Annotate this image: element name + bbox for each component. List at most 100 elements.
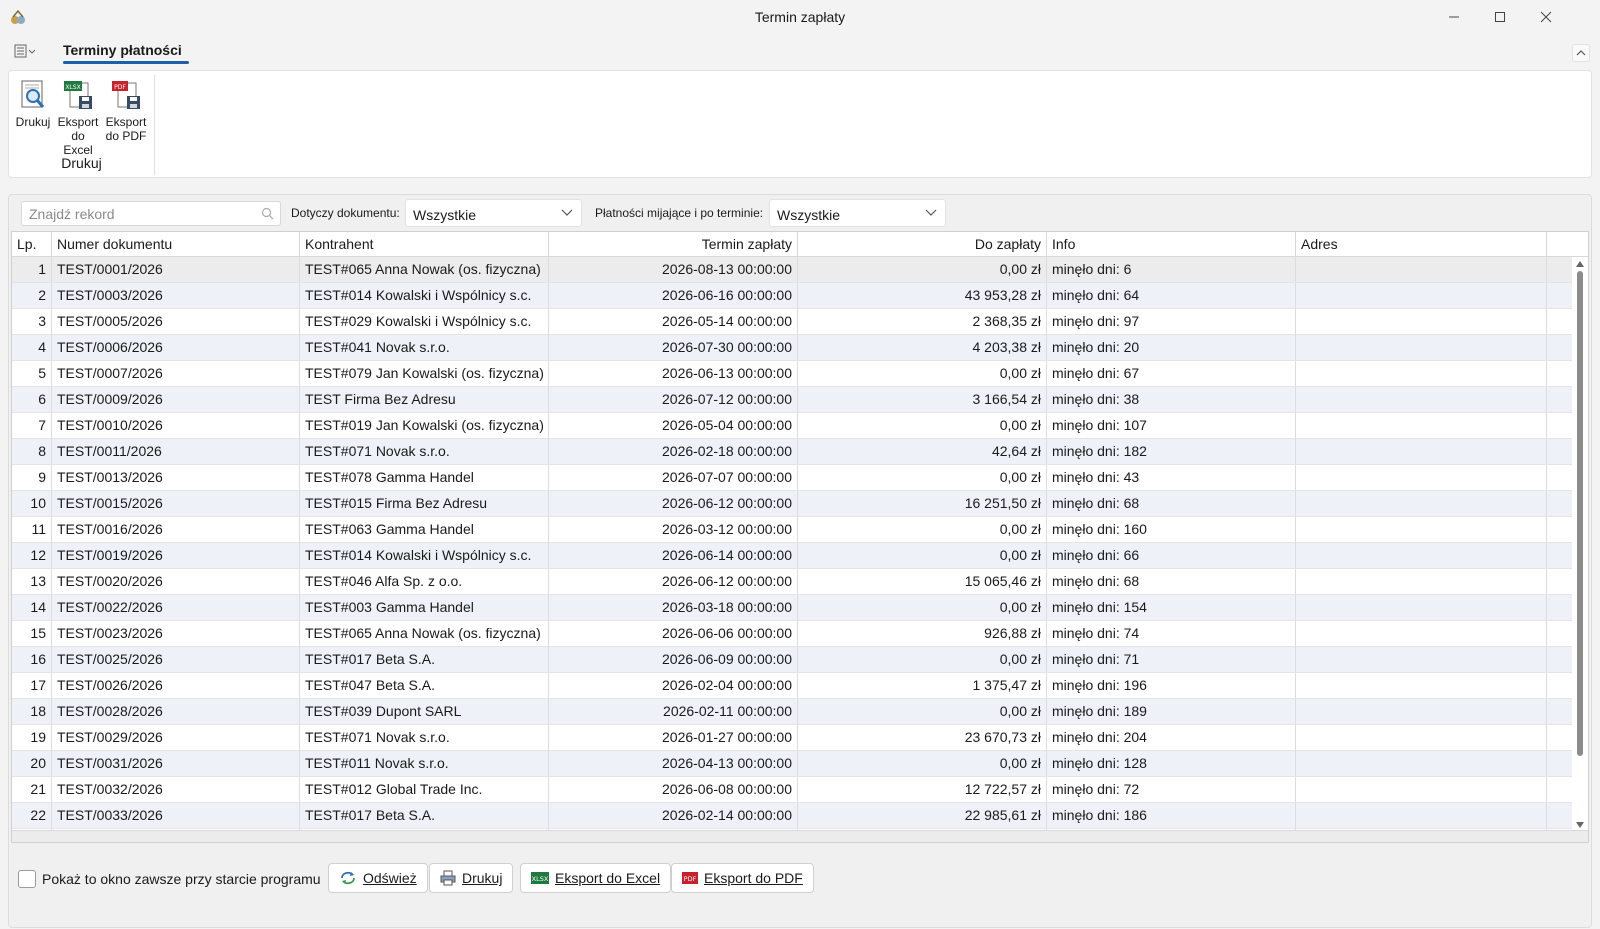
- row-kontrahent-cell[interactable]: TEST#071 Novak s.r.o.: [300, 725, 549, 750]
- row-info-cell[interactable]: minęło dni: 68: [1047, 569, 1296, 594]
- search-input[interactable]: [22, 202, 252, 225]
- row-do-zaplaty-cell[interactable]: 0,00 zł: [798, 413, 1047, 438]
- document-filter-select[interactable]: Wszystkie: [405, 199, 582, 227]
- row-lp-cell[interactable]: 16: [12, 647, 52, 672]
- row-adres-cell[interactable]: [1296, 647, 1547, 672]
- row-termin-zaplaty-cell[interactable]: 2026-06-08 00:00:00: [549, 777, 798, 802]
- ribbon-print-button[interactable]: Drukuj: [10, 79, 56, 129]
- row-kontrahent-cell[interactable]: TEST#003 Gamma Handel: [300, 595, 549, 620]
- row-numer-dokumentu-cell[interactable]: TEST/0020/2026: [52, 569, 300, 594]
- row-kontrahent-cell[interactable]: TEST#017 Beta S.A.: [300, 647, 549, 672]
- row-do-zaplaty-cell[interactable]: 0,00 zł: [798, 647, 1047, 672]
- scrollbar-thumb[interactable]: [1577, 271, 1583, 756]
- row-adres-cell[interactable]: [1296, 309, 1547, 334]
- row-kontrahent-cell[interactable]: TEST#014 Kowalski i Wspólnicy s.c.: [300, 543, 549, 568]
- row-termin-zaplaty-cell[interactable]: 2026-07-12 00:00:00: [549, 387, 798, 412]
- row-adres-cell[interactable]: [1296, 413, 1547, 438]
- table-row[interactable]: 15 TEST/0023/2026 TEST#065 Anna Nowak (os.…: [12, 621, 1574, 647]
- row-kontrahent-cell[interactable]: TEST#029 Kowalski i Wspólnicy s.c.: [300, 309, 549, 334]
- row-lp-cell[interactable]: 20: [12, 751, 52, 776]
- row-do-zaplaty-cell[interactable]: 0,00 zł: [798, 595, 1047, 620]
- row-adres-cell[interactable]: [1296, 673, 1547, 698]
- row-info-cell[interactable]: minęło dni: 182: [1047, 439, 1296, 464]
- row-lp-cell[interactable]: 19: [12, 725, 52, 750]
- row-info-cell[interactable]: minęło dni: 66: [1047, 543, 1296, 568]
- row-numer-dokumentu-cell[interactable]: TEST/0009/2026: [52, 387, 300, 412]
- row-info-cell[interactable]: minęło dni: 196: [1047, 673, 1296, 698]
- row-numer-dokumentu-cell[interactable]: TEST/0006/2026: [52, 335, 300, 360]
- row-adres-cell[interactable]: [1296, 491, 1547, 516]
- row-lp-cell[interactable]: 4: [12, 335, 52, 360]
- close-button[interactable]: [1523, 0, 1569, 34]
- row-info-cell[interactable]: minęło dni: 128: [1047, 751, 1296, 776]
- row-adres-cell[interactable]: [1296, 517, 1547, 542]
- row-do-zaplaty-cell[interactable]: 4 203,38 zł: [798, 335, 1047, 360]
- row-do-zaplaty-cell[interactable]: 0,00 zł: [798, 543, 1047, 568]
- table-row[interactable]: 3 TEST/0005/2026 TEST#029 Kowalski i Wspól…: [12, 309, 1574, 335]
- table-row[interactable]: 16 TEST/0025/2026 TEST#017 Beta S.A. 2026-0…: [12, 647, 1574, 673]
- row-info-cell[interactable]: minęło dni: 189: [1047, 699, 1296, 724]
- row-info-cell[interactable]: minęło dni: 6: [1047, 257, 1296, 282]
- row-termin-zaplaty-cell[interactable]: 2026-03-18 00:00:00: [549, 595, 798, 620]
- row-numer-dokumentu-cell[interactable]: TEST/0001/2026: [52, 257, 300, 282]
- row-termin-zaplaty-cell[interactable]: 2026-06-14 00:00:00: [549, 543, 798, 568]
- row-termin-zaplaty-cell[interactable]: 2026-02-14 00:00:00: [549, 803, 798, 828]
- table-row[interactable]: 14 TEST/0022/2026 TEST#003 Gamma Handel 202…: [12, 595, 1574, 621]
- row-info-cell[interactable]: minęło dni: 204: [1047, 725, 1296, 750]
- column-header-info[interactable]: Info: [1047, 232, 1296, 257]
- row-termin-zaplaty-cell[interactable]: 2026-01-27 00:00:00: [549, 725, 798, 750]
- row-termin-zaplaty-cell[interactable]: 2026-06-09 00:00:00: [549, 647, 798, 672]
- row-adres-cell[interactable]: [1296, 569, 1547, 594]
- row-kontrahent-cell[interactable]: TEST#078 Gamma Handel: [300, 465, 549, 490]
- row-termin-zaplaty-cell[interactable]: 2026-02-04 00:00:00: [549, 673, 798, 698]
- export-excel-button[interactable]: XLSX Eksport do Excel: [520, 863, 672, 893]
- table-row[interactable]: 5 TEST/0007/2026 TEST#079 Jan Kowalski (os…: [12, 361, 1574, 387]
- row-do-zaplaty-cell[interactable]: 926,88 zł: [798, 621, 1047, 646]
- row-kontrahent-cell[interactable]: TEST#011 Novak s.r.o.: [300, 751, 549, 776]
- column-header-adres[interactable]: Adres: [1296, 232, 1547, 257]
- row-do-zaplaty-cell[interactable]: 2 368,35 zł: [798, 309, 1047, 334]
- row-kontrahent-cell[interactable]: TEST#014 Kowalski i Wspólnicy s.c.: [300, 283, 549, 308]
- row-info-cell[interactable]: minęło dni: 64: [1047, 283, 1296, 308]
- row-info-cell[interactable]: minęło dni: 71: [1047, 647, 1296, 672]
- row-adres-cell[interactable]: [1296, 361, 1547, 386]
- table-row[interactable]: 19 TEST/0029/2026 TEST#071 Novak s.r.o. 202…: [12, 725, 1574, 751]
- row-do-zaplaty-cell[interactable]: 0,00 zł: [798, 361, 1047, 386]
- row-info-cell[interactable]: minęło dni: 43: [1047, 465, 1296, 490]
- row-numer-dokumentu-cell[interactable]: TEST/0029/2026: [52, 725, 300, 750]
- table-row[interactable]: 18 TEST/0028/2026 TEST#039 Dupont SARL 2026…: [12, 699, 1574, 725]
- row-kontrahent-cell[interactable]: TEST#019 Jan Kowalski (os. fizyczna): [300, 413, 549, 438]
- row-info-cell[interactable]: minęło dni: 160: [1047, 517, 1296, 542]
- row-do-zaplaty-cell[interactable]: 16 251,50 zł: [798, 491, 1047, 516]
- table-row[interactable]: 13 TEST/0020/2026 TEST#046 Alfa Sp. z o.o.…: [12, 569, 1574, 595]
- row-kontrahent-cell[interactable]: TEST#015 Firma Bez Adresu: [300, 491, 549, 516]
- row-numer-dokumentu-cell[interactable]: TEST/0010/2026: [52, 413, 300, 438]
- row-lp-cell[interactable]: 12: [12, 543, 52, 568]
- row-numer-dokumentu-cell[interactable]: TEST/0007/2026: [52, 361, 300, 386]
- row-do-zaplaty-cell[interactable]: 23 670,73 zł: [798, 725, 1047, 750]
- row-lp-cell[interactable]: 1: [12, 257, 52, 282]
- row-lp-cell[interactable]: 7: [12, 413, 52, 438]
- row-numer-dokumentu-cell[interactable]: TEST/0033/2026: [52, 803, 300, 828]
- minimize-button[interactable]: [1431, 0, 1477, 34]
- row-do-zaplaty-cell[interactable]: 12 722,57 zł: [798, 777, 1047, 802]
- row-termin-zaplaty-cell[interactable]: 2026-06-16 00:00:00: [549, 283, 798, 308]
- ribbon-export-pdf-button[interactable]: PDF Eksport do PDF: [103, 79, 149, 143]
- row-adres-cell[interactable]: [1296, 777, 1547, 802]
- row-numer-dokumentu-cell[interactable]: TEST/0011/2026: [52, 439, 300, 464]
- table-row[interactable]: 17 TEST/0026/2026 TEST#047 Beta S.A. 2026-0…: [12, 673, 1574, 699]
- row-termin-zaplaty-cell[interactable]: 2026-05-04 00:00:00: [549, 413, 798, 438]
- table-row[interactable]: 11 TEST/0016/2026 TEST#063 Gamma Handel 202…: [12, 517, 1574, 543]
- table-row[interactable]: 22 TEST/0033/2026 TEST#017 Beta S.A. 2026-0…: [12, 803, 1574, 829]
- row-lp-cell[interactable]: 21: [12, 777, 52, 802]
- row-kontrahent-cell[interactable]: TEST#047 Beta S.A.: [300, 673, 549, 698]
- row-termin-zaplaty-cell[interactable]: 2026-05-14 00:00:00: [549, 309, 798, 334]
- table-row[interactable]: 9 TEST/0013/2026 TEST#078 Gamma Handel 2026…: [12, 465, 1574, 491]
- row-lp-cell[interactable]: 22: [12, 803, 52, 828]
- row-do-zaplaty-cell[interactable]: 3 166,54 zł: [798, 387, 1047, 412]
- column-header-do-zaplaty[interactable]: Do zapłaty: [798, 232, 1047, 257]
- row-kontrahent-cell[interactable]: TEST Firma Bez Adresu: [300, 387, 549, 412]
- row-adres-cell[interactable]: [1296, 387, 1547, 412]
- table-row[interactable]: 6 TEST/0009/2026 TEST Firma Bez Adresu 2026…: [12, 387, 1574, 413]
- row-lp-cell[interactable]: 11: [12, 517, 52, 542]
